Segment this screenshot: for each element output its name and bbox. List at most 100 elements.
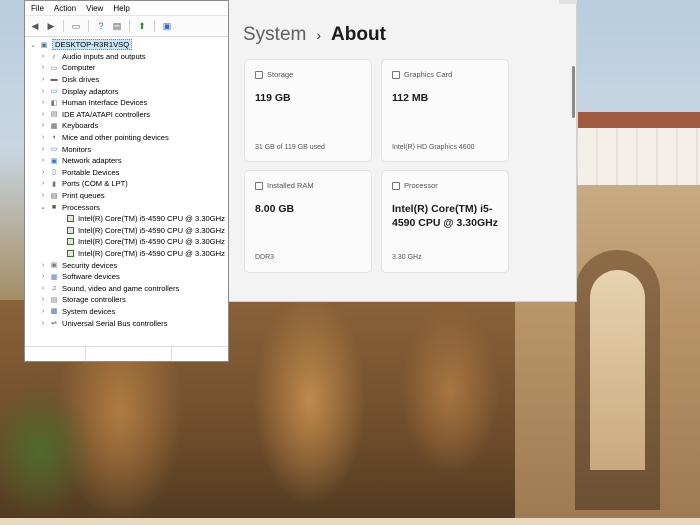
status-bar [25,346,228,361]
wallpaper-bridge-arch-opening [590,270,645,470]
expand-icon[interactable]: › [39,296,47,303]
expand-icon[interactable]: › [39,262,47,269]
expand-icon[interactable]: › [39,53,47,60]
expand-icon[interactable]: › [39,146,47,153]
graphics-card-icon [392,70,400,79]
update-driver-icon[interactable]: ⬆ [136,20,148,32]
device-category[interactable]: › ▭ Display adaptors [25,85,228,97]
device-category[interactable]: › ◖ Mice and other pointing devices [25,132,228,144]
expand-icon[interactable]: › [39,111,47,118]
page-title: About [331,24,386,45]
expand-icon[interactable]: › [39,180,47,187]
device-category[interactable]: › ▦ Software devices [25,271,228,283]
device-category[interactable]: › ▩ System devices [25,306,228,318]
tree-root-label: DESKTOP-R3R1VSQ [52,39,133,51]
scan-hardware-icon[interactable]: ▣ [161,20,173,32]
device-category-label: Storage controllers [62,295,126,305]
processor-device-label: Intel(R) Core(TM) i5-4590 CPU @ 3.30GHz [78,225,225,235]
properties-icon[interactable]: ▤ [111,20,123,32]
show-hide-icon[interactable]: ▭ [70,20,82,32]
device-category[interactable]: › ▣ Network adapters [25,155,228,167]
processor-device[interactable]: Intel(R) Core(TM) i5-4590 CPU @ 3.30GHz [25,225,228,237]
device-category-label: Processors [62,202,100,212]
expand-icon[interactable]: › [39,64,47,71]
expand-icon[interactable]: › [39,285,47,292]
ram-value: 8.00 GB [255,203,295,215]
device-category[interactable]: › ♫ Sound, video and game controllers [25,282,228,294]
expand-icon[interactable]: › [39,308,47,315]
storage-icon [255,70,263,79]
ram-card[interactable]: Installed RAM 8.00 GB DDR3 [244,170,372,273]
expand-icon[interactable]: › [39,192,47,199]
menu-action[interactable]: Action [54,4,76,13]
device-category[interactable]: › ▤ IDE ATA/ATAPI controllers [25,109,228,121]
device-category[interactable]: › ▤ Print queues [25,190,228,202]
taskbar-edge [0,518,700,525]
processor-card[interactable]: Processor Intel(R) Core(TM) i5-4590 CPU … [381,170,509,273]
graphics-card[interactable]: Graphics Card 112 MB Intel(R) HD Graphic… [381,59,509,162]
processor-icon [392,181,400,190]
wallpaper-roofs [578,112,700,128]
processor-chip-icon-shape [66,215,74,223]
menu-view[interactable]: View [86,4,103,13]
device-category-label: Computer [62,63,96,73]
device-category[interactable]: › ▯ Portable Devices [25,167,228,179]
expand-icon[interactable]: › [39,122,47,129]
device-category-label: Security devices [62,260,118,270]
speaker-icon: ♪ [52,52,56,60]
processor-chip-icon [65,249,75,257]
device-category-label: Portable Devices [62,167,120,177]
processor-device[interactable]: Intel(R) Core(TM) i5-4590 CPU @ 3.30GHz [25,213,228,225]
expand-icon[interactable]: › [39,88,47,95]
processor-speed: 3.30 GHz [392,254,422,261]
device-category-label: Audio inputs and outputs [62,51,146,61]
processor-device[interactable]: Intel(R) Core(TM) i5-4590 CPU @ 3.30GHz [25,248,228,260]
processor-chip-icon-shape [66,226,74,234]
back-icon[interactable]: ◀ [29,20,41,32]
expand-icon[interactable]: › [39,169,47,176]
scrollbar[interactable] [572,66,575,118]
mouse-icon: ◖ [51,134,57,142]
device-category[interactable]: › ▣ Security devices [25,259,228,271]
settings-window: System › About Storage 119 GB 31 GB of 1… [229,0,577,302]
device-category[interactable]: › ⇌ Universal Serial Bus controllers [25,317,228,329]
breadcrumb: System › About [243,24,386,46]
device-category[interactable]: › ▭ Computer [25,62,228,74]
tree-root[interactable]: ⌄ ▣ DESKTOP-R3R1VSQ [25,39,228,51]
expand-icon[interactable]: › [39,76,47,83]
menu-bar: File Action View Help [25,1,228,16]
expand-icon[interactable]: › [39,273,47,280]
device-category[interactable]: › ◧ Human Interface Devices [25,97,228,109]
device-category-label: Ports (COM & LPT) [62,179,128,189]
storage-icon: ▤ [50,296,58,304]
expand-icon[interactable]: › [39,320,47,327]
expand-icon[interactable]: › [39,99,47,106]
window-control[interactable] [559,0,577,4]
storage-card-title: Storage [267,70,294,79]
processor-device[interactable]: Intel(R) Core(TM) i5-4590 CPU @ 3.30GHz [25,236,228,248]
device-category[interactable]: › ▬ Disk drives [25,74,228,86]
storage-card-header: Storage [255,70,293,79]
expand-icon[interactable]: › [39,157,47,164]
computer-icon: ▭ [50,64,58,72]
help-icon[interactable]: ? [95,20,107,32]
breadcrumb-system[interactable]: System [243,24,306,46]
collapse-icon[interactable]: ⌄ [39,203,47,211]
expand-icon[interactable]: › [39,134,47,141]
device-category[interactable]: › ▭ Monitors [25,143,228,155]
graphics-card-title: Graphics Card [404,70,453,79]
device-category[interactable]: › ♪ Audio inputs and outputs [25,51,228,63]
processor-device-label: Intel(R) Core(TM) i5-4590 CPU @ 3.30GHz [78,214,225,224]
device-category[interactable]: › ▤ Storage controllers [25,294,228,306]
forward-icon[interactable]: ▶ [45,20,57,32]
processor-icon: ■ [51,203,57,211]
storage-card[interactable]: Storage 119 GB 31 GB of 119 GB used [244,59,372,162]
device-category[interactable]: ⌄ ■ Processors [25,201,228,213]
device-category[interactable]: › ▦ Keyboards [25,120,228,132]
device-category-label: Mice and other pointing devices [62,133,169,143]
collapse-icon[interactable]: ⌄ [29,41,37,49]
processor-chip-icon [65,226,75,234]
device-category[interactable]: › ▮ Ports (COM & LPT) [25,178,228,190]
menu-help[interactable]: Help [113,4,129,13]
menu-file[interactable]: File [31,4,44,13]
